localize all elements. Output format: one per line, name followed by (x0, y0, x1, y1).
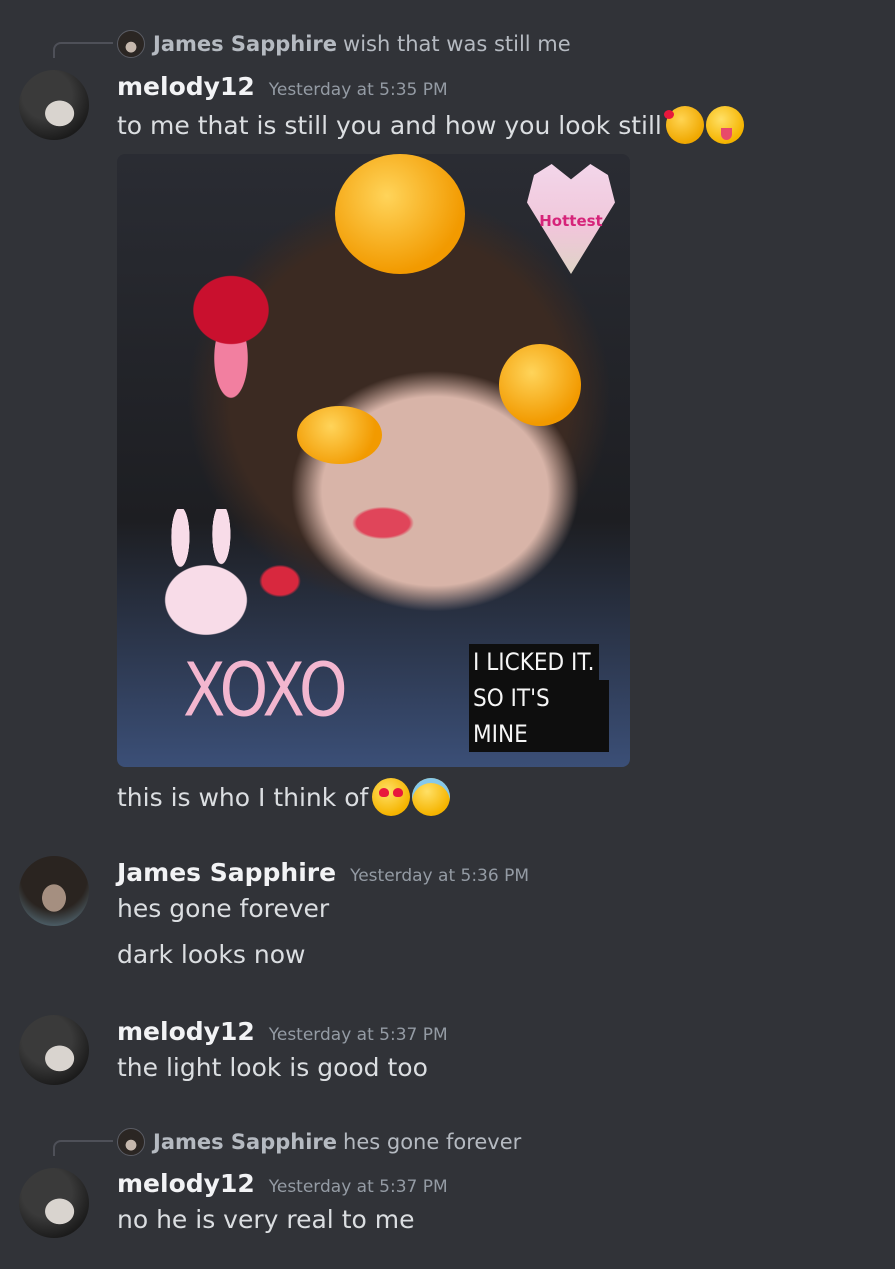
message-header: James Sapphire Yesterday at 5:36 PM (117, 858, 529, 887)
message-text: hes gone forever (117, 894, 329, 923)
message-header: melody12 Yesterday at 5:37 PM (117, 1169, 448, 1198)
avatar[interactable] (19, 1015, 89, 1085)
message-text-content: dark looks now (117, 940, 306, 969)
xoxo-sticker-text: XOXO (183, 646, 348, 734)
smiling-face-with-hearts-emoji[interactable] (663, 106, 704, 144)
reply-text[interactable]: hes gone forever (343, 1130, 521, 1154)
image-caption: I LICKED IT. SO IT'S MINE (469, 644, 609, 752)
kiss-mark-sticker-small (249, 552, 311, 610)
image-caption-line1: I LICKED IT. (469, 644, 599, 680)
username[interactable]: melody12 (117, 1017, 255, 1046)
timestamp: Yesterday at 5:37 PM (268, 1025, 448, 1045)
winking-face-with-tongue-emoji[interactable] (705, 106, 744, 144)
reply-avatar (117, 30, 145, 58)
timestamp: Yesterday at 5:37 PM (268, 1177, 448, 1197)
avatar[interactable] (19, 1168, 89, 1238)
timestamp: Yesterday at 5:36 PM (350, 866, 530, 886)
message-text: this is who I think of (117, 778, 451, 816)
message-header: melody12 Yesterday at 5:37 PM (117, 1017, 448, 1046)
message-text-content: no he is very real to me (117, 1205, 415, 1234)
kissing-face-sticker (297, 406, 382, 464)
message-text: no he is very real to me (117, 1205, 414, 1234)
message-header: melody12 Yesterday at 5:35 PM (117, 72, 448, 101)
reply-author[interactable]: James Sapphire (153, 32, 337, 56)
reply-avatar (117, 1128, 145, 1156)
reply-text[interactable]: wish that was still me (343, 32, 571, 56)
username[interactable]: melody12 (117, 1169, 255, 1198)
kiss-mark-sticker (337, 494, 429, 552)
heart-eyes-emoji[interactable] (372, 778, 411, 816)
message-text-content: the light look is good too (117, 1053, 428, 1082)
tired-face-sticker (335, 154, 465, 274)
reply-connector (53, 1140, 113, 1156)
image-caption-line2: SO IT'S MINE (469, 680, 609, 752)
reply-connector (53, 42, 113, 58)
username[interactable]: melody12 (117, 72, 255, 101)
heart-sticker: Hottest (527, 164, 615, 274)
avatar[interactable] (19, 856, 89, 926)
message-text: dark looks now (117, 940, 305, 969)
reply-preview[interactable]: James Sapphire hes gone forever (117, 1128, 521, 1156)
chat-message-list: James Sapphire wish that was still me me… (0, 0, 895, 1269)
avatar[interactable] (19, 70, 89, 140)
face-savoring-food-sticker (499, 344, 581, 426)
message-text: to me that is still you and how you look… (117, 106, 744, 144)
lips-tongue-sticker (172, 254, 290, 414)
message-text: the light look is good too (117, 1053, 428, 1082)
timestamp: Yesterday at 5:35 PM (268, 80, 448, 100)
smiling-face-with-halo-emoji[interactable] (412, 778, 451, 816)
username[interactable]: James Sapphire (117, 858, 336, 887)
heart-sticker-label: Hottest (539, 212, 603, 230)
reply-preview[interactable]: James Sapphire wish that was still me (117, 30, 571, 58)
message-text-content: to me that is still you and how you look… (117, 110, 662, 140)
image-attachment[interactable]: Hottest XOXO I LICKED IT. SO IT'S MINE (117, 154, 630, 767)
message-text-content: this is who I think of (117, 782, 369, 812)
reply-author[interactable]: James Sapphire (153, 1130, 337, 1154)
message-text-content: hes gone forever (117, 894, 330, 923)
